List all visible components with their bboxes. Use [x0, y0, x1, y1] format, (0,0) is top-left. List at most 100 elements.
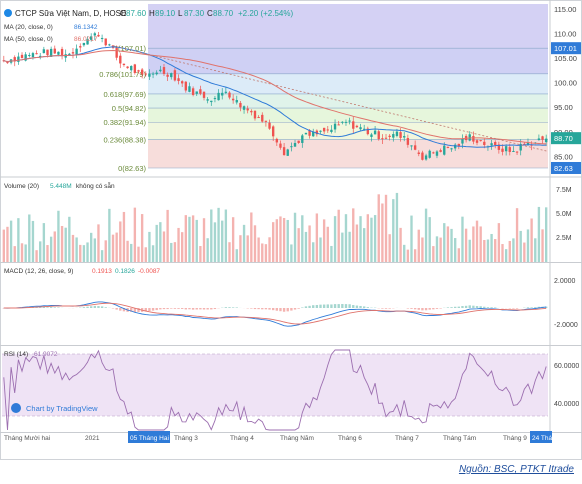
- volume-bar: [97, 224, 100, 262]
- macd-hist-bar: [421, 308, 424, 311]
- candle-body: [53, 48, 56, 54]
- candle-body: [501, 148, 504, 152]
- ma-legend-label: MA (50, close, 0): [4, 36, 53, 43]
- fib-label: 0.5(94.82): [112, 104, 147, 113]
- x-label: Tháng Tám: [443, 435, 476, 442]
- macd-hist-bar: [290, 308, 293, 311]
- candle-body: [439, 150, 442, 152]
- candle-body: [133, 64, 137, 73]
- macd-hist-bar: [279, 308, 282, 312]
- macd-hist-bar: [89, 306, 93, 308]
- volume-bar: [28, 214, 31, 262]
- macd-hist-bar: [57, 307, 60, 308]
- volume-bar: [250, 212, 253, 262]
- x-label: 2021: [85, 435, 100, 442]
- candle-body: [297, 140, 300, 143]
- volume-bar: [537, 206, 541, 262]
- ohlc-value: 88.70: [213, 9, 234, 18]
- candle-body: [275, 138, 279, 143]
- macd-hist-bar: [115, 308, 118, 310]
- volume-bar: [82, 245, 86, 262]
- candle-body: [235, 100, 238, 103]
- candle-body: [253, 110, 257, 119]
- volume-bar: [464, 228, 468, 262]
- macd-hist-bar: [264, 308, 268, 310]
- volume-bar: [428, 217, 431, 262]
- volume-bar: [410, 215, 413, 262]
- candle-body: [239, 102, 242, 108]
- macd-hist-bar: [104, 307, 107, 308]
- symbol-logo: [4, 9, 12, 17]
- candle-body: [195, 91, 198, 94]
- macd-hist-bar: [475, 306, 479, 308]
- macd-hist-bar: [53, 307, 56, 308]
- volume-bar: [71, 234, 75, 262]
- volume-bar: [151, 245, 155, 262]
- candle-body: [140, 69, 144, 75]
- macd-hist-bar: [253, 308, 257, 310]
- volume-bar: [108, 208, 111, 262]
- volume-bar: [544, 207, 548, 262]
- volume-bar: [450, 228, 453, 262]
- volume-bar: [366, 214, 370, 262]
- macd-hist-bar: [286, 308, 289, 312]
- volume-bar: [148, 231, 151, 262]
- candle-body: [472, 136, 475, 142]
- volume-bar: [337, 209, 340, 262]
- volume-bar: [104, 240, 107, 262]
- candle-body: [46, 49, 49, 56]
- volume-bar: [49, 236, 53, 262]
- volume-bar: [239, 235, 242, 262]
- volume-bar: [290, 244, 293, 262]
- candle-body: [199, 89, 202, 94]
- macd-hist-bar: [486, 307, 490, 308]
- volume-bar: [512, 238, 515, 262]
- macd-hist-bar: [381, 308, 384, 309]
- fib-band: [148, 139, 548, 168]
- fib-label: 0.236(88.38): [103, 136, 146, 145]
- macd-hist-bar: [341, 304, 344, 308]
- volume-bar: [315, 213, 319, 262]
- candle-body: [410, 145, 413, 147]
- x-tag: 24 Tháng: [532, 435, 560, 442]
- macd-hist-bar: [435, 308, 439, 309]
- volume-bar: [432, 246, 435, 262]
- volume-bar: [155, 224, 158, 262]
- candle-body: [159, 69, 162, 72]
- candle-body: [166, 74, 169, 77]
- macd-hist-bar: [39, 307, 42, 308]
- macd-hist-bar: [184, 308, 188, 310]
- fib-label: 0(82.63): [118, 164, 146, 173]
- volume-bar: [523, 242, 526, 262]
- candle-body: [162, 67, 166, 74]
- volume-bar: [224, 209, 228, 262]
- volume-bar: [453, 238, 457, 262]
- candle-body: [191, 88, 195, 95]
- volume-bar: [86, 242, 89, 262]
- volume-bar: [9, 220, 13, 262]
- macd-hist-bar: [439, 308, 442, 309]
- macd-hist-bar: [268, 308, 271, 310]
- volume-bar: [195, 219, 198, 262]
- candle-body: [17, 56, 20, 62]
- macd-hist-bar: [344, 304, 348, 308]
- candle-body: [60, 48, 64, 57]
- macd-hist-bar: [202, 308, 206, 310]
- macd-hist-bar: [97, 306, 100, 308]
- candle-body: [28, 55, 31, 57]
- volume-bar: [202, 218, 206, 262]
- macd-hist-bar: [330, 304, 333, 308]
- candle-body: [377, 131, 380, 140]
- volume-bar: [308, 225, 311, 262]
- volume-bar: [53, 231, 56, 262]
- axis-tag-last: 88.70: [554, 134, 573, 143]
- symbol-title: CTCP Sữa Việt Nam, D, HOSE: [15, 9, 126, 18]
- source-note[interactable]: Nguồn: BSC, PTKT Itrade: [459, 464, 574, 475]
- rsi-tick: 60.0000: [554, 363, 579, 370]
- candle-body: [115, 47, 118, 58]
- candle-body: [461, 138, 464, 144]
- volume-bar: [17, 218, 20, 262]
- macd-hist-bar: [530, 307, 533, 308]
- volume-bar: [253, 225, 257, 262]
- macd-hist-bar: [417, 308, 420, 310]
